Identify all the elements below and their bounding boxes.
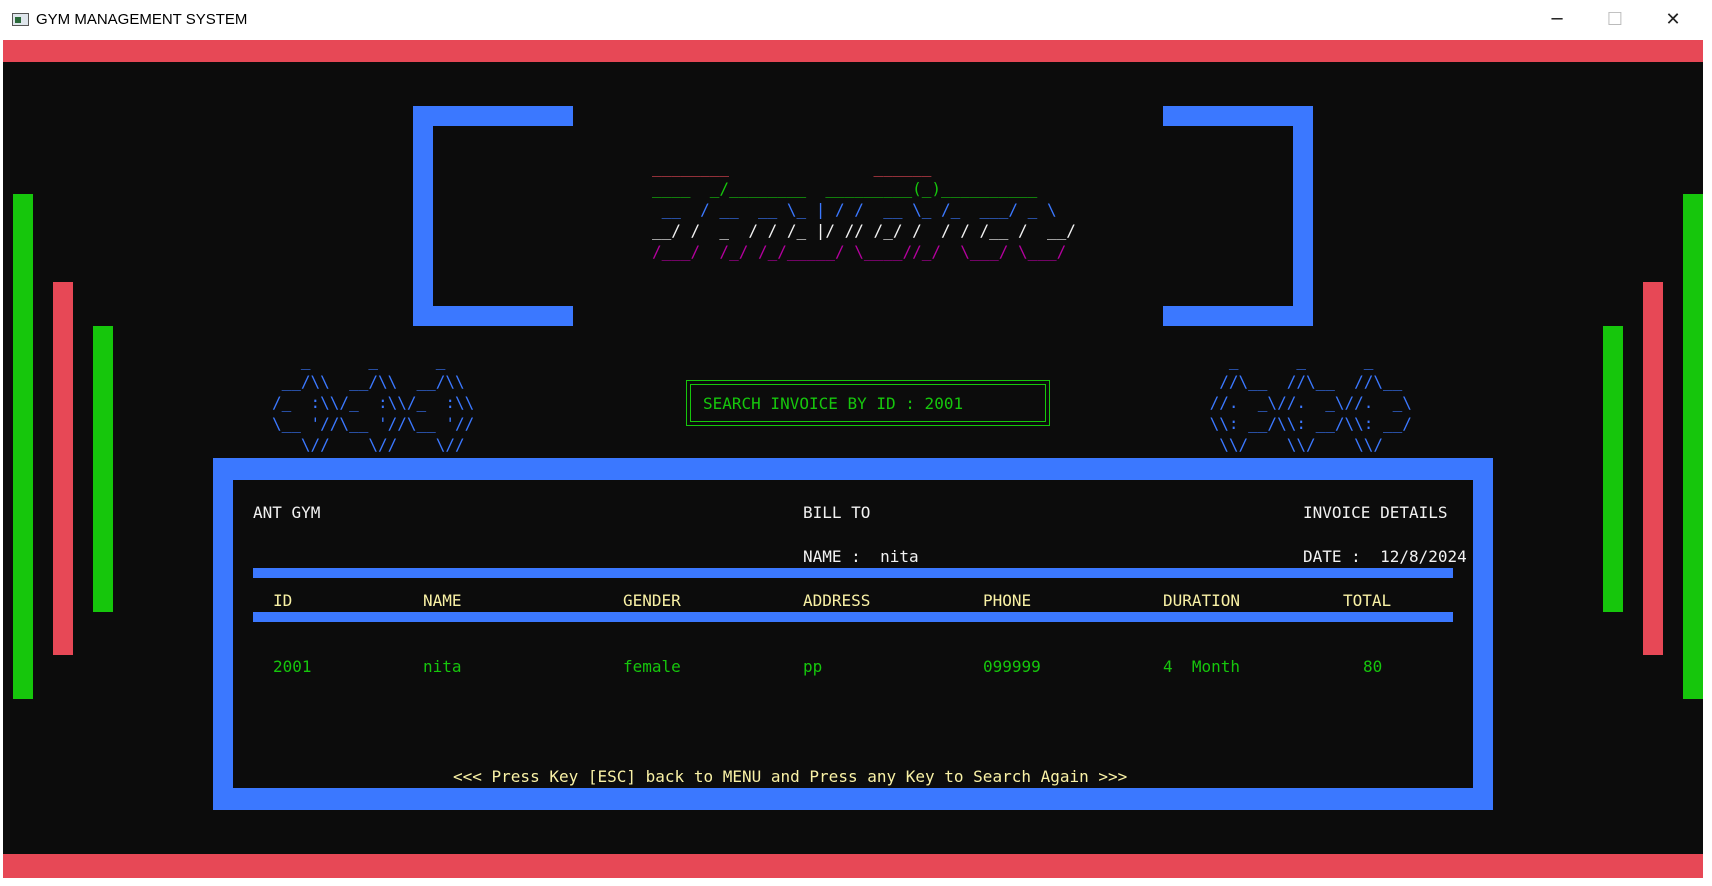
bill-to-name: NAME : nita bbox=[803, 547, 919, 566]
deco-left-line-5: \// \// \// bbox=[272, 435, 465, 454]
right-inner-green-bar bbox=[1603, 326, 1623, 612]
deco-left-line-1: _ _ _ bbox=[272, 351, 446, 370]
close-button[interactable]: ✕ bbox=[1644, 0, 1702, 40]
column-header-total: TOTAL bbox=[1343, 591, 1392, 610]
right-red-bar bbox=[1643, 282, 1663, 655]
logo-line-3: __ / __ __ \_ | / / __ \_ /_ ___/ _ \ bbox=[652, 200, 1057, 219]
header-separator-bottom bbox=[253, 612, 1453, 622]
logo-line-1: ________ ______ bbox=[652, 158, 932, 177]
column-header-address: ADDRESS bbox=[803, 591, 871, 610]
deco-right-line-2: //\__ //\__ //\__ bbox=[1200, 372, 1403, 391]
window-title: GYM MANAGEMENT SYSTEM bbox=[36, 11, 248, 28]
deco-right-line-5: \\/ \\/ \\/ bbox=[1200, 435, 1384, 454]
column-header-name: NAME bbox=[423, 591, 462, 610]
cell-gender: female bbox=[623, 657, 681, 676]
column-header-gender: GENDER bbox=[623, 591, 681, 610]
company-name: ANT GYM bbox=[253, 503, 321, 522]
invoice-details-heading: INVOICE DETAILS bbox=[1303, 503, 1448, 522]
bottom-red-bar bbox=[3, 854, 1703, 878]
header-separator-top bbox=[253, 568, 1453, 578]
logo-line-4: __/ / _ / / /_ |/ // /_/ / / / /__ / __/ bbox=[652, 221, 1076, 240]
left-ascii-decoration: _ _ _ __/\\ __/\\ __/\\ /_ :\\/_ :\\/_ :… bbox=[272, 350, 474, 455]
cell-address: pp bbox=[803, 657, 823, 676]
column-header-id: ID bbox=[273, 591, 293, 610]
cell-name: nita bbox=[423, 657, 462, 676]
logo-line-2: ____ _/________ _________(_)__________ bbox=[652, 179, 1038, 198]
ascii-logo: ________ ______ ____ _/________ ________… bbox=[652, 157, 1076, 262]
search-invoice-box[interactable]: SEARCH INVOICE BY ID : 2001 bbox=[686, 380, 1050, 426]
right-ascii-decoration: _ _ _ //\__ //\__ //\__ //. _\//. _\//. … bbox=[1200, 350, 1412, 455]
search-invoice-label: SEARCH INVOICE BY ID : 2001 bbox=[703, 394, 964, 413]
column-header-duration: DURATION bbox=[1163, 591, 1241, 610]
logo-line-5: /___/ /_/ /_/_____/ \____//_/ \___/ \___… bbox=[652, 242, 1067, 261]
cell-total: 80 bbox=[1363, 657, 1383, 676]
cell-duration: 4 Month bbox=[1163, 657, 1241, 676]
cell-id: 2001 bbox=[273, 657, 312, 676]
column-header-phone: PHONE bbox=[983, 591, 1032, 610]
deco-left-line-2: __/\\ __/\\ __/\\ bbox=[272, 372, 465, 391]
deco-right-line-1: _ _ _ bbox=[1200, 351, 1374, 370]
deco-right-line-3: //. _\//. _\//. _\ bbox=[1200, 393, 1412, 412]
invoice-date: DATE : 12/8/2024 bbox=[1303, 547, 1467, 566]
left-outer-green-bar bbox=[13, 194, 33, 699]
maximize-button[interactable]: ☐ bbox=[1586, 0, 1644, 40]
minimize-button[interactable]: ─ bbox=[1528, 0, 1586, 40]
top-red-bar bbox=[3, 40, 1703, 62]
left-red-bar bbox=[53, 282, 73, 655]
left-inner-green-bar bbox=[93, 326, 113, 612]
background-window-strip bbox=[1703, 40, 1712, 878]
deco-right-line-4: \\: __/\\: __/\\: __/ bbox=[1200, 414, 1412, 433]
footer-instruction: <<< Press Key [ESC] back to MENU and Pre… bbox=[453, 767, 1128, 786]
deco-left-line-3: /_ :\\/_ :\\/_ :\\ bbox=[272, 393, 475, 412]
deco-left-line-4: \__ '//\__ '//\__ '// bbox=[272, 414, 475, 433]
app-icon bbox=[12, 13, 29, 26]
right-outer-green-bar bbox=[1683, 194, 1703, 699]
bill-to-heading: BILL TO bbox=[803, 503, 871, 522]
cell-phone: 099999 bbox=[983, 657, 1041, 676]
window-title-bar[interactable]: GYM MANAGEMENT SYSTEM ─ ☐ ✕ bbox=[0, 0, 1712, 40]
below-window-strip bbox=[0, 878, 1712, 886]
